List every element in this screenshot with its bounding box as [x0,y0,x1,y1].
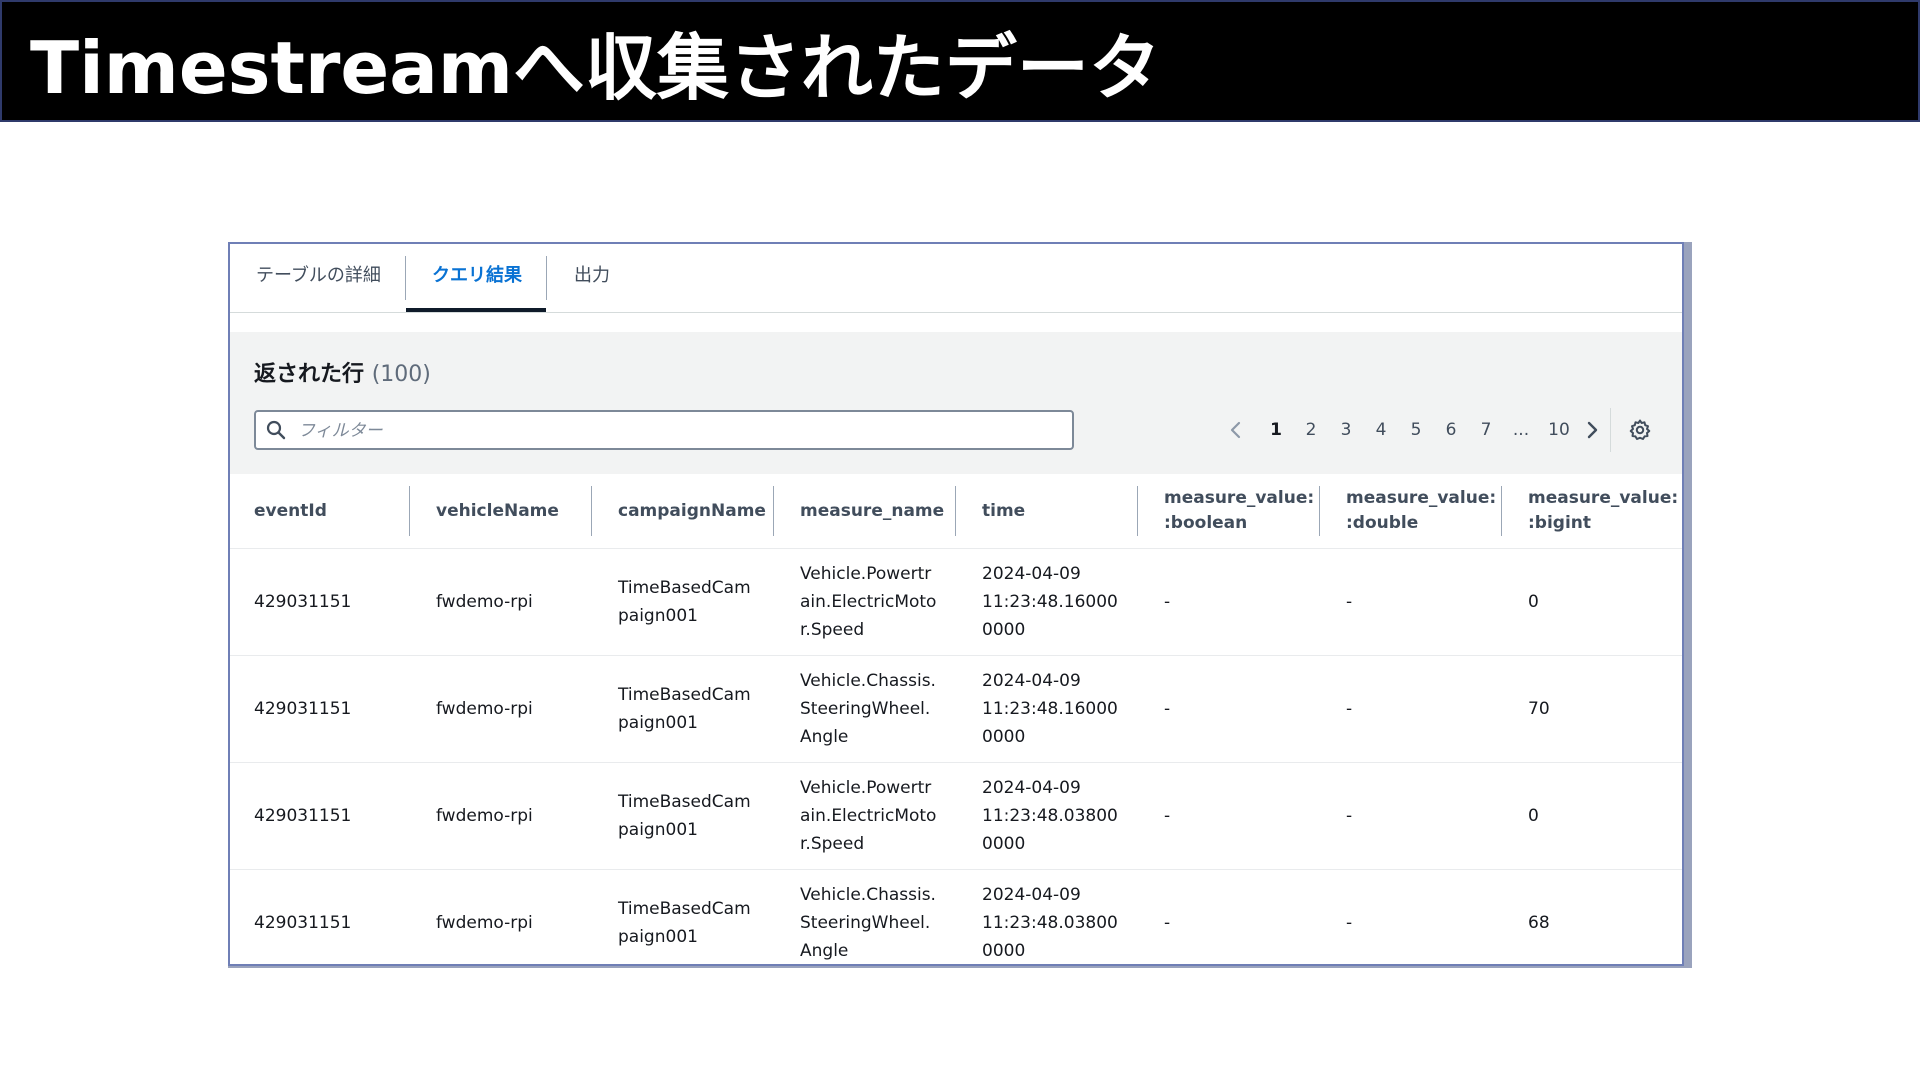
cell-campaignname: TimeBasedCam paign001 [618,578,751,626]
slide-title-bar: Timestreamへ収集されたデータ [0,0,1920,122]
chevron-right-icon[interactable] [1582,420,1602,440]
page-1[interactable]: 1 [1261,412,1291,448]
cell-campaignname: TimeBasedCam paign001 [618,685,751,733]
column-header-measure-value-bigint[interactable]: measure_value::bigint [1528,474,1678,548]
page-3[interactable]: 3 [1331,412,1361,448]
tab-bar: テーブルの詳細 クエリ結果 出力 [230,244,1682,313]
table-row: 429031151 fwdemo-rpi TimeBasedCam paign00… [230,870,1682,964]
table-row: 429031151 fwdemo-rpi TimeBasedCam paign00… [230,549,1682,656]
column-resizer[interactable] [773,486,774,536]
cell-measure-name: Vehicle.Chassis. SteeringWheel. Angle [800,885,936,961]
cell-measure-name: Vehicle.Powertr ain.ElectricMoto r.Speed [800,564,937,640]
cell-measure-value-bigint: 70 [1528,699,1550,719]
cell-measure-value-bigint: 68 [1528,913,1550,933]
results-container: 返された行 (100) 1 2 3 4 5 6 7 ... 10 [230,332,1682,964]
column-resizer[interactable] [409,486,410,536]
page-ellipsis: ... [1512,420,1530,440]
slide-title: Timestreamへ収集されたデータ [30,26,1161,110]
query-results-panel: テーブルの詳細 クエリ結果 出力 返された行 (100) 1 2 3 4 5 [228,242,1684,966]
results-heading: 返された行 (100) [254,356,431,388]
cell-measure-value-boolean: - [1164,806,1171,826]
cell-measure-value-bigint: 0 [1528,806,1539,826]
cell-time: 2024-04-09 11:23:48.16000 0000 [982,564,1118,640]
cell-vehiclename: fwdemo-rpi [436,806,533,826]
column-resizer[interactable] [1501,486,1502,536]
chevron-left-icon[interactable] [1226,420,1246,440]
cell-eventid: 429031151 [254,699,352,719]
table-header-row: eventId vehicleName campaignName measure… [230,474,1682,549]
cell-measure-value-bigint: 0 [1528,592,1539,612]
cell-measure-value-boolean: - [1164,913,1171,933]
gear-icon[interactable] [1628,418,1652,442]
page-5[interactable]: 5 [1401,412,1431,448]
column-header-campaignname[interactable]: campaignName [618,474,766,548]
column-header-vehiclename[interactable]: vehicleName [436,474,559,548]
results-count: (100) [371,362,431,387]
filter-field[interactable] [254,410,1074,450]
cell-measure-value-double: - [1346,592,1353,612]
column-header-measure-value-double[interactable]: measure_value::double [1346,474,1496,548]
cell-measure-value-double: - [1346,806,1353,826]
cell-measure-value-double: - [1346,913,1353,933]
page-7[interactable]: 7 [1471,412,1501,448]
cell-measure-value-double: - [1346,699,1353,719]
column-header-measure-name[interactable]: measure_name [800,474,944,548]
column-resizer[interactable] [1319,486,1320,536]
filter-input[interactable] [296,416,1060,446]
column-resizer[interactable] [955,486,956,536]
column-header-measure-value-boolean[interactable]: measure_value::boolean [1164,474,1314,548]
tab-table-details[interactable]: テーブルの詳細 [230,244,407,312]
cell-campaignname: TimeBasedCam paign001 [618,792,751,840]
cell-measure-value-boolean: - [1164,699,1171,719]
pagination-divider [1610,408,1611,452]
cell-time: 2024-04-09 11:23:48.03800 0000 [982,778,1118,854]
cell-eventid: 429031151 [254,592,352,612]
column-header-time[interactable]: time [982,474,1025,548]
page-2[interactable]: 2 [1296,412,1326,448]
cell-vehiclename: fwdemo-rpi [436,592,533,612]
cell-campaignname: TimeBasedCam paign001 [618,899,751,947]
cell-time: 2024-04-09 11:23:48.16000 0000 [982,671,1118,747]
cell-measure-value-boolean: - [1164,592,1171,612]
cell-vehiclename: fwdemo-rpi [436,699,533,719]
column-resizer[interactable] [1137,486,1138,536]
column-header-eventid[interactable]: eventId [254,474,327,548]
column-resizer[interactable] [591,486,592,536]
cell-time: 2024-04-09 11:23:48.03800 0000 [982,885,1118,961]
page-10[interactable]: 10 [1541,412,1577,448]
tab-output[interactable]: 出力 [548,244,636,312]
cell-measure-name: Vehicle.Powertr ain.ElectricMoto r.Speed [800,778,937,854]
page-4[interactable]: 4 [1366,412,1396,448]
cell-measure-name: Vehicle.Chassis. SteeringWheel. Angle [800,671,936,747]
cell-eventid: 429031151 [254,913,352,933]
table-row: 429031151 fwdemo-rpi TimeBasedCam paign00… [230,763,1682,870]
results-heading-label: 返された行 [254,362,365,387]
cell-vehiclename: fwdemo-rpi [436,913,533,933]
table-row: 429031151 fwdemo-rpi TimeBasedCam paign00… [230,656,1682,763]
cell-eventid: 429031151 [254,806,352,826]
tab-query-results[interactable]: クエリ結果 [406,244,546,312]
page-6[interactable]: 6 [1436,412,1466,448]
tab-divider [546,256,547,300]
search-icon [266,420,286,440]
